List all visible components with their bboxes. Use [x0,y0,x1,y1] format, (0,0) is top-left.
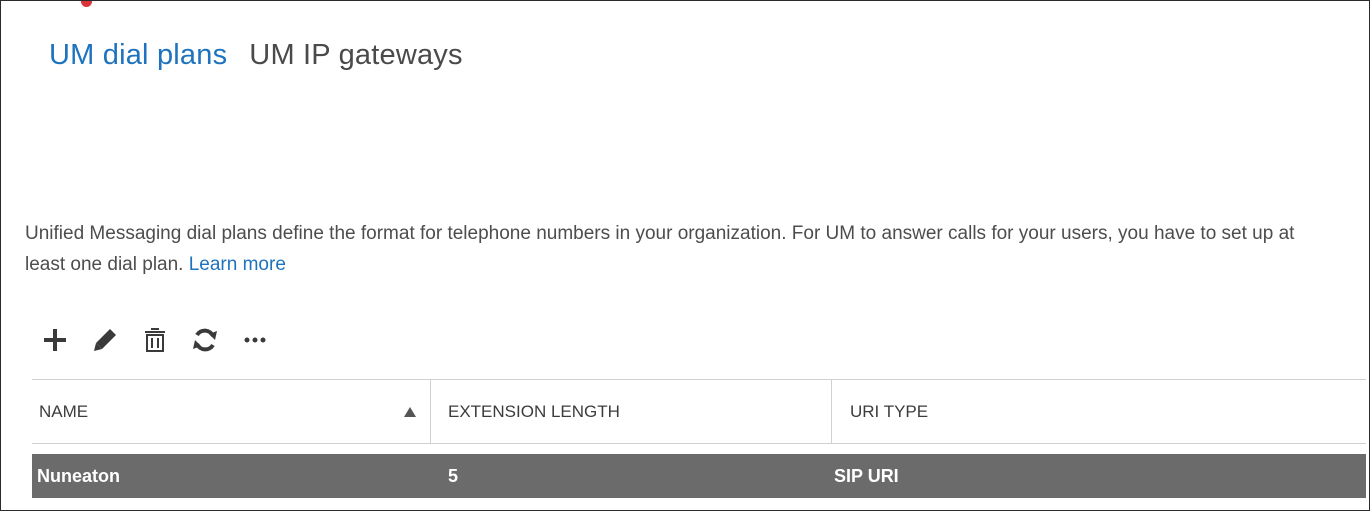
column-header-extension-length-label: EXTENSION LENGTH [448,401,620,421]
more-options-button[interactable] [237,322,273,358]
refresh-button[interactable] [187,322,223,358]
notification-dot [81,1,92,7]
edit-button[interactable] [87,322,123,358]
tab-bar: UM dial plans UM IP gateways [49,39,463,72]
delete-button[interactable] [137,322,173,358]
plus-icon [44,329,66,351]
sort-ascending-icon [404,406,416,417]
trash-icon [145,328,165,352]
cell-extension-length: 5 [448,465,459,486]
column-header-uri-type[interactable]: URI TYPE [832,380,1366,443]
column-header-name-label: NAME [39,401,89,421]
column-header-uri-type-label: URI TYPE [850,401,929,421]
pencil-icon [94,329,116,351]
table-row[interactable]: Nuneaton 5 SIP URI [32,454,1366,498]
more-icon [244,337,266,343]
table-header: NAME EXTENSION LENGTH URI TYPE [32,379,1366,444]
app-frame: UM dial plans UM IP gateways Unified Mes… [0,0,1370,511]
page-description: Unified Messaging dial plans define the … [25,218,1325,280]
column-header-extension-length[interactable]: EXTENSION LENGTH [431,380,832,443]
refresh-icon [193,328,217,352]
tab-um-dial-plans[interactable]: UM dial plans [49,39,227,72]
cell-uri-type: SIP URI [834,465,899,486]
toolbar [37,320,273,360]
learn-more-link[interactable]: Learn more [189,254,286,275]
cell-name: Nuneaton [37,465,120,486]
column-header-name[interactable]: NAME [32,380,431,443]
dial-plans-table: NAME EXTENSION LENGTH URI TYPE Nuneaton … [32,379,1366,498]
add-button[interactable] [37,322,73,358]
tab-um-ip-gateways[interactable]: UM IP gateways [249,39,462,72]
